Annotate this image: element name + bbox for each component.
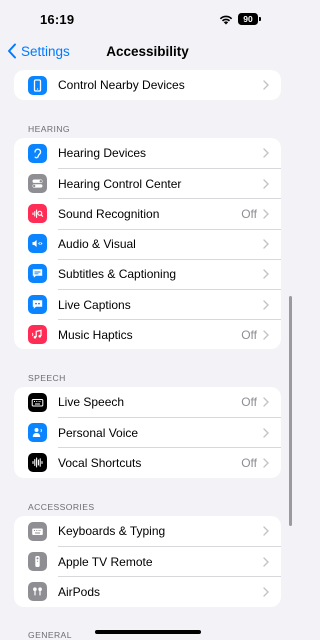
row-subtitles-captioning[interactable]: Subtitles & Captioning — [14, 258, 281, 289]
status-time: 16:19 — [40, 12, 75, 27]
row-airpods[interactable]: AirPods — [14, 576, 281, 606]
accessibility-settings-screen: 16:19 90 Settings Accessibility Control — [0, 0, 295, 640]
row-label: Vocal Shortcuts — [58, 455, 142, 470]
speaker-eye-icon — [28, 234, 47, 254]
quote-bubble-icon — [28, 294, 47, 314]
row-label: Keyboards & Typing — [58, 524, 166, 539]
row-label: Sound Recognition — [58, 206, 160, 221]
toggles-icon — [28, 173, 47, 193]
hearing-group: Hearing Devices Hearing Control Center S… — [14, 138, 281, 350]
row-live-speech[interactable]: Live Speech Off — [14, 387, 281, 417]
row-label: Live Captions — [58, 297, 131, 312]
speech-group: Live Speech Off Personal Voice Vocal Sho… — [14, 387, 281, 478]
row-label: Control Nearby Devices — [58, 78, 185, 93]
row-audio-visual[interactable]: Audio & Visual — [14, 228, 281, 259]
row-hearing-control-center[interactable]: Hearing Control Center — [14, 168, 281, 198]
row-control-nearby-devices[interactable]: Control Nearby Devices — [14, 70, 281, 100]
row-sound-recognition[interactable]: Sound Recognition Off — [14, 198, 281, 228]
chevron-right-icon — [263, 209, 269, 219]
row-label: Personal Voice — [58, 425, 139, 440]
chevron-right-icon — [263, 397, 269, 407]
chevron-right-icon — [263, 526, 269, 536]
status-bar: 16:19 90 — [0, 0, 295, 38]
waveform-icon — [28, 452, 47, 472]
row-value: Off — [241, 395, 257, 410]
scroll-indicator[interactable] — [289, 296, 292, 526]
row-label: Hearing Control Center — [58, 176, 182, 191]
section-header-speech: SPEECH — [28, 373, 66, 383]
row-label: Hearing Devices — [58, 146, 147, 161]
remote-icon — [28, 551, 47, 571]
chevron-right-icon — [263, 80, 269, 90]
row-label: AirPods — [58, 584, 101, 599]
chevron-right-icon — [263, 148, 269, 158]
page-title: Accessibility — [106, 44, 189, 59]
row-value: Off — [241, 206, 257, 221]
row-hearing-devices[interactable]: Hearing Devices — [14, 138, 281, 168]
person-wave-icon — [28, 422, 47, 442]
top-settings-group: Control Nearby Devices — [14, 70, 281, 101]
row-value: Off — [241, 455, 257, 470]
caption-bubble-icon — [28, 264, 47, 284]
battery-level: 90 — [238, 12, 258, 25]
section-header-accessories: ACCESSORIES — [28, 502, 95, 512]
keyboard-icon — [28, 392, 47, 412]
chevron-right-icon — [263, 330, 269, 340]
row-label: Music Haptics — [58, 327, 133, 342]
row-label: Audio & Visual — [58, 237, 136, 252]
music-haptics-icon — [28, 324, 47, 344]
navigation-bar: Settings Accessibility — [0, 38, 295, 66]
row-label: Apple TV Remote — [58, 554, 153, 569]
chevron-right-icon — [263, 428, 269, 438]
row-value: Off — [241, 327, 257, 342]
chevron-right-icon — [263, 299, 269, 310]
keyboard-icon — [28, 521, 47, 541]
battery-indicator: 90 — [238, 12, 261, 25]
row-vocal-shortcuts[interactable]: Vocal Shortcuts Off — [14, 447, 281, 477]
battery-cap — [259, 16, 261, 21]
chevron-right-icon — [263, 557, 269, 567]
waveform-search-icon — [28, 203, 47, 223]
section-header-hearing: HEARING — [28, 124, 70, 134]
accessories-group: Keyboards & Typing Apple TV Remote AirPo… — [14, 516, 281, 607]
ear-icon — [28, 143, 47, 163]
row-personal-voice[interactable]: Personal Voice — [14, 417, 281, 447]
airpods-icon — [28, 581, 47, 601]
wifi-icon — [219, 15, 233, 25]
row-label: Subtitles & Captioning — [58, 267, 177, 282]
row-label: Live Speech — [58, 395, 125, 410]
row-keyboards-typing[interactable]: Keyboards & Typing — [14, 516, 281, 546]
home-indicator[interactable] — [95, 630, 201, 634]
row-live-captions[interactable]: Live Captions — [14, 288, 281, 319]
section-header-general: GENERAL — [28, 630, 72, 640]
chevron-right-icon — [263, 179, 269, 189]
row-music-haptics[interactable]: Music Haptics Off — [14, 319, 281, 349]
iphone-icon — [28, 75, 47, 95]
chevron-right-icon — [263, 458, 269, 468]
chevron-right-icon — [263, 269, 269, 280]
chevron-right-icon — [263, 587, 269, 597]
chevron-right-icon — [263, 239, 269, 249]
row-apple-tv-remote[interactable]: Apple TV Remote — [14, 546, 281, 576]
